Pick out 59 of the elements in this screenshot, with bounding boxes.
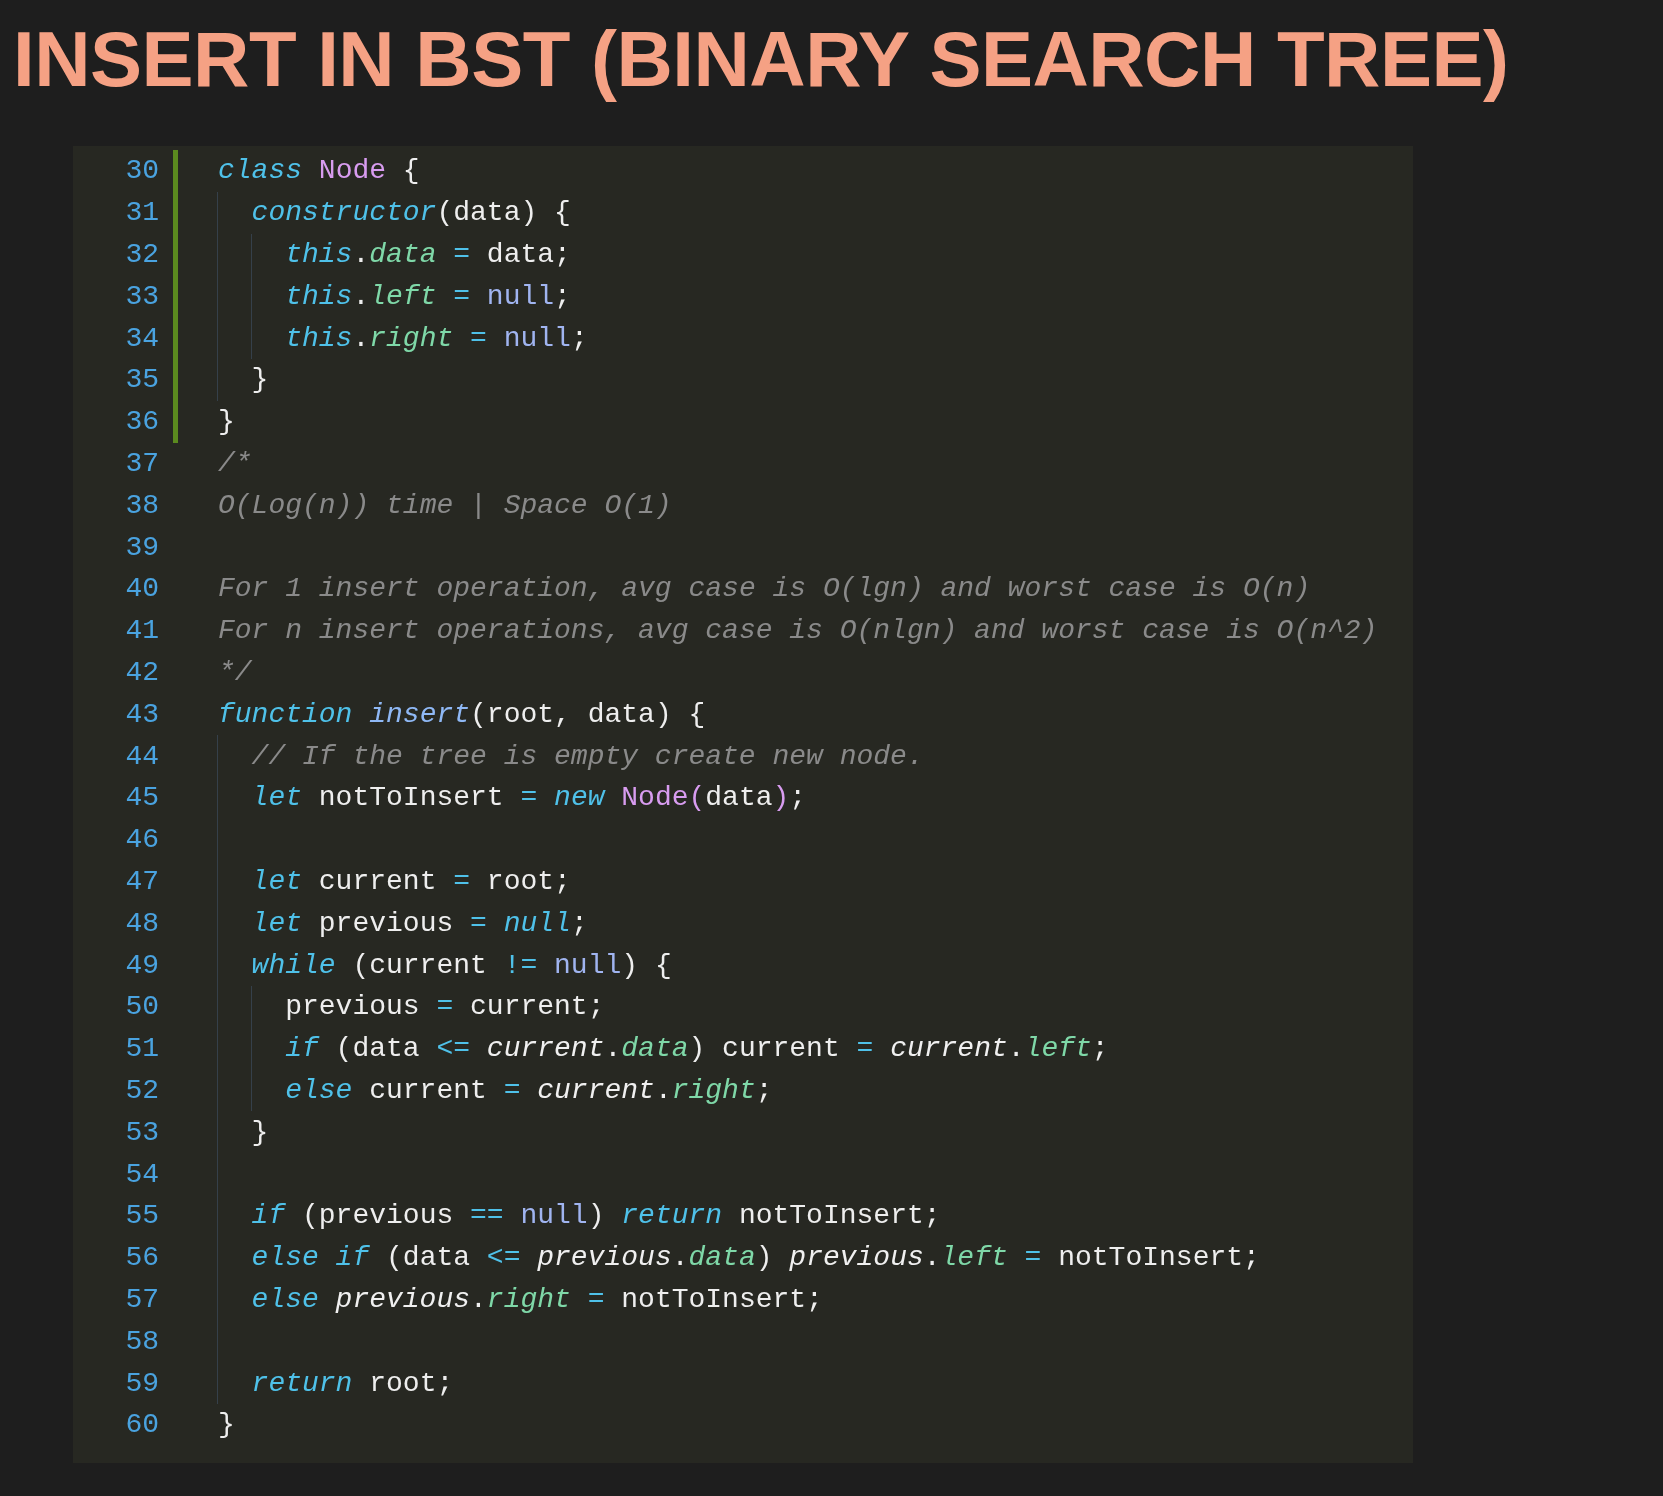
code-line: }	[218, 1111, 269, 1154]
page-title: INSERT IN BST (BINARY SEARCH TREE)	[13, 14, 1509, 105]
code-line: this.right = null;	[218, 317, 588, 359]
code-line: // If the tree is empty create new node.	[218, 735, 924, 777]
line-number: 56	[125, 1242, 159, 1274]
code-line: else previous.right = notToInsert;	[218, 1278, 823, 1321]
line-number: 30	[125, 155, 159, 187]
line-number: 41	[125, 615, 159, 647]
line-number: 34	[125, 322, 159, 354]
code-line: }	[218, 405, 235, 440]
code-line: class Node {	[218, 154, 420, 189]
line-number: 31	[125, 197, 159, 229]
code-line: this.data = data;	[218, 233, 571, 276]
code-line: /*	[218, 446, 252, 481]
code-line: */	[218, 655, 252, 690]
line-number: 37	[125, 447, 159, 479]
line-number: 45	[125, 782, 159, 814]
line-number: 35	[125, 364, 159, 396]
code-line: let notToInsert = new Node(data);	[218, 776, 807, 819]
line-number: 39	[125, 531, 159, 563]
line-number: 32	[125, 239, 159, 270]
line-number: 54	[125, 1158, 159, 1190]
code-line: function insert(root, data) {	[218, 697, 706, 732]
code-line: let current = root;	[218, 860, 571, 903]
code-line: else if (data <= previous.data) previous.left = notToInsert;	[218, 1236, 1260, 1279]
code-line: }	[218, 1408, 235, 1443]
line-number: 47	[125, 865, 159, 897]
line-number: 43	[125, 698, 159, 730]
line-number: 36	[125, 406, 159, 438]
line-number: 58	[125, 1325, 159, 1357]
line-number: 59	[125, 1367, 159, 1399]
line-number: 57	[125, 1283, 159, 1315]
code-line: if (data <= current.data) current = current.left;	[218, 1027, 1109, 1070]
line-number: 53	[125, 1116, 159, 1148]
line-number: 42	[125, 656, 159, 688]
line-number: 40	[125, 573, 159, 605]
line-number: 55	[125, 1200, 159, 1232]
code-line: this.left = null;	[218, 275, 571, 318]
code-line: }	[218, 359, 269, 401]
line-number: 49	[125, 949, 159, 981]
code-line: O(Log(n)) time | Space O(1)	[218, 488, 672, 523]
code-line: For n insert operations, avg case is O(nlgn) and worst case is O(n^2)	[218, 614, 1378, 649]
code-line: return root;	[218, 1362, 454, 1404]
code-line: else current = current.right;	[218, 1069, 773, 1112]
code-line: let previous = null;	[218, 902, 588, 945]
line-number: 60	[125, 1409, 159, 1441]
line-number: 52	[125, 1074, 159, 1106]
line-number: 48	[125, 907, 159, 939]
line-number: 46	[125, 824, 159, 856]
code-line: constructor(data) {	[218, 191, 571, 234]
code-line: if (previous == null) return notToInsert;	[218, 1194, 941, 1237]
line-number: 38	[125, 489, 159, 521]
code-line: while (current != null) {	[218, 944, 672, 986]
line-number: 51	[125, 1033, 159, 1065]
code-line: For 1 insert operation, avg case is O(lgn) and worst case is O(n)	[218, 572, 1311, 607]
line-number: 33	[125, 280, 159, 312]
line-number: 50	[125, 991, 159, 1023]
code-line: previous = current;	[218, 985, 605, 1028]
line-number: 44	[125, 740, 159, 772]
